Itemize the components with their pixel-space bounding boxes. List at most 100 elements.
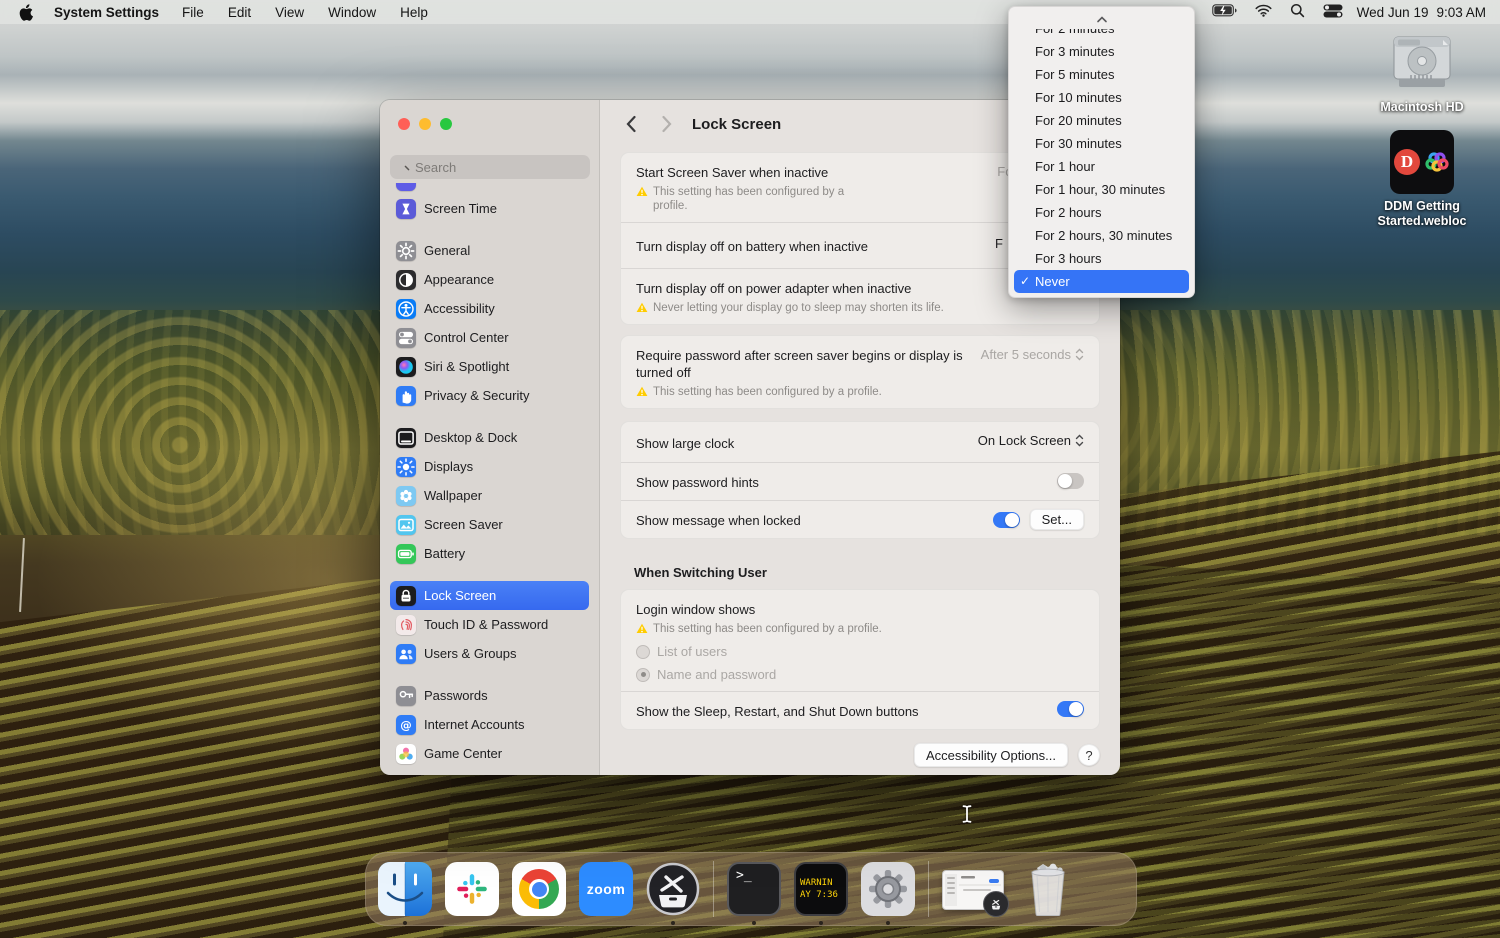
menubar-app-name[interactable]: System Settings [44, 5, 169, 20]
sidebar-item-touch-id[interactable]: Touch ID & Password [390, 610, 589, 639]
desktop-icon-macintosh-hd[interactable]: Macintosh HD [1358, 34, 1486, 116]
menubar-help[interactable]: Help [389, 5, 439, 20]
dock-slack[interactable] [445, 862, 499, 916]
dock-zoom[interactable]: zoom [579, 862, 633, 916]
dock-system-settings[interactable] [861, 862, 915, 916]
dock-terminal-warning[interactable]: WARNIN AY 7:36 [794, 862, 848, 916]
menu-scroll-up[interactable] [1010, 8, 1193, 29]
dock-minimized-window[interactable] [942, 862, 1008, 916]
sidebar-search[interactable] [390, 155, 590, 179]
battery-charging-icon[interactable] [1212, 4, 1237, 20]
displays-sun-icon [396, 457, 416, 477]
sleep-buttons-toggle[interactable] [1057, 701, 1084, 717]
menu-item-for-1-hour[interactable]: For 1 hour [1009, 155, 1194, 178]
sidebar-item-screen-time[interactable]: Screen Time [390, 194, 589, 223]
menu-item-for-5-minutes[interactable]: For 5 minutes [1009, 63, 1194, 86]
checkmark-icon: ✓ [1020, 270, 1030, 293]
menu-item-for-10-minutes[interactable]: For 10 minutes [1009, 86, 1194, 109]
menu-item-for-3-minutes[interactable]: For 3 minutes [1009, 40, 1194, 63]
menubar-edit[interactable]: Edit [217, 5, 262, 20]
menu-item-for-2-hours[interactable]: For 2 hours [1009, 201, 1194, 224]
menu-item-for-2-hours-30-minutes[interactable]: For 2 hours, 30 minutes [1009, 224, 1194, 247]
menubar-file[interactable]: File [171, 5, 215, 20]
trash-full-icon [1021, 862, 1075, 916]
search-input[interactable] [415, 160, 575, 175]
set-message-button[interactable]: Set... [1030, 509, 1084, 530]
sidebar-item-wallpaper[interactable]: Wallpaper [390, 481, 589, 510]
dock-app-store[interactable] [646, 862, 700, 916]
sidebar-item-general[interactable]: General [390, 236, 589, 265]
lock-icon [396, 586, 416, 606]
switching-user-card: Login window shows This setting has been… [620, 589, 1100, 730]
wallpaper-flower-icon [396, 486, 416, 506]
battery-display-select[interactable]: F [995, 236, 1003, 251]
sidebar-item-internet-accounts[interactable]: @ Internet Accounts [390, 710, 589, 739]
game-center-icon [396, 744, 416, 764]
dock-trash[interactable] [1021, 862, 1075, 916]
sidebar-item-screen-saver[interactable]: Screen Saver [390, 510, 589, 539]
password-hints-toggle[interactable] [1057, 473, 1084, 489]
profile-warning: This setting has been configured by a pr… [636, 385, 1084, 399]
menubar-window[interactable]: Window [317, 5, 387, 20]
menubar-clock[interactable]: Wed Jun 19 9:03 AM [1357, 5, 1486, 20]
zoom-button[interactable] [440, 118, 452, 130]
apple-menu-icon[interactable] [8, 4, 42, 21]
sidebar-item-lock-screen[interactable]: Lock Screen [390, 581, 589, 610]
back-button[interactable] [620, 113, 642, 135]
sidebar-item-siri-spotlight[interactable]: Siri & Spotlight [390, 352, 589, 381]
radio-list-of-users[interactable]: List of users [636, 644, 1084, 659]
sidebar-item-passwords[interactable]: Passwords [390, 681, 589, 710]
sidebar-item-users-groups[interactable]: Users & Groups [390, 639, 589, 668]
sidebar-item-partial[interactable] [390, 183, 589, 193]
password-hints-row: Show password hints [621, 462, 1099, 500]
control-center-icon[interactable] [1323, 4, 1343, 21]
sidebar-item-game-center[interactable]: Game Center [390, 739, 589, 768]
dock-finder[interactable] [378, 862, 432, 916]
sidebar-item-control-center[interactable]: Control Center [390, 323, 589, 352]
large-clock-select[interactable]: On Lock Screen [978, 433, 1084, 448]
help-button[interactable]: ? [1078, 744, 1100, 766]
passwords-key-icon [396, 686, 416, 706]
ddm-webloc-icon: D [1390, 130, 1454, 194]
menu-item-for-30-minutes[interactable]: For 30 minutes [1009, 132, 1194, 155]
accessibility-icon [396, 299, 416, 319]
menu-item-never[interactable]: ✓ Never [1014, 270, 1189, 293]
spotlight-search-icon[interactable] [1290, 3, 1305, 21]
sidebar-item-privacy-security[interactable]: Privacy & Security [390, 381, 589, 410]
radio-name-and-password[interactable]: Name and password [636, 667, 1084, 682]
appearance-icon [396, 270, 416, 290]
large-clock-row: Show large clock On Lock Screen [621, 422, 1099, 462]
forward-button[interactable] [656, 113, 678, 135]
close-button[interactable] [398, 118, 410, 130]
app-store-icon [646, 862, 700, 916]
desktop-icon-ddm-webloc[interactable]: D DDM Getting Started.webloc [1358, 130, 1486, 230]
sidebar-item-accessibility[interactable]: Accessibility [390, 294, 589, 323]
locked-message-toggle[interactable] [993, 512, 1020, 528]
hard-drive-icon [1391, 34, 1453, 95]
general-icon [396, 241, 416, 261]
dock-separator [713, 861, 714, 917]
siri-icon [396, 357, 416, 377]
minimize-button[interactable] [419, 118, 431, 130]
dock-chrome[interactable] [512, 862, 566, 916]
menubar-view[interactable]: View [264, 5, 315, 20]
login-window-row: Login window shows This setting has been… [621, 590, 1099, 691]
menu-item-for-20-minutes[interactable]: For 20 minutes [1009, 109, 1194, 132]
sidebar-item-desktop-dock[interactable]: Desktop & Dock [390, 423, 589, 452]
dock-terminal[interactable]: >_ [727, 862, 781, 916]
touch-id-icon [396, 615, 416, 635]
require-password-card: Require password after screen saver begi… [620, 335, 1100, 409]
sidebar-item-displays[interactable]: Displays [390, 452, 589, 481]
sidebar-item-battery[interactable]: Battery [390, 539, 589, 568]
duration-popup-menu: For 2 minutes For 3 minutes For 5 minute… [1008, 6, 1195, 298]
traffic-lights [398, 118, 452, 130]
menu-item-for-3-hours[interactable]: For 3 hours [1009, 247, 1194, 270]
require-password-select[interactable]: After 5 seconds [981, 347, 1084, 362]
settings-sidebar: Screen Time General Appearance Accessibi… [380, 100, 600, 775]
wifi-icon[interactable] [1255, 4, 1272, 20]
menu-item-for-1-hour-30-minutes[interactable]: For 1 hour, 30 minutes [1009, 178, 1194, 201]
sidebar-item-appearance[interactable]: Appearance [390, 265, 589, 294]
accessibility-options-button[interactable]: Accessibility Options... [914, 743, 1068, 767]
desktop-icon-label: DDM Getting Started.webloc [1362, 199, 1482, 230]
dock: zoom >_ WARNIN AY 7:36 [365, 852, 1137, 926]
